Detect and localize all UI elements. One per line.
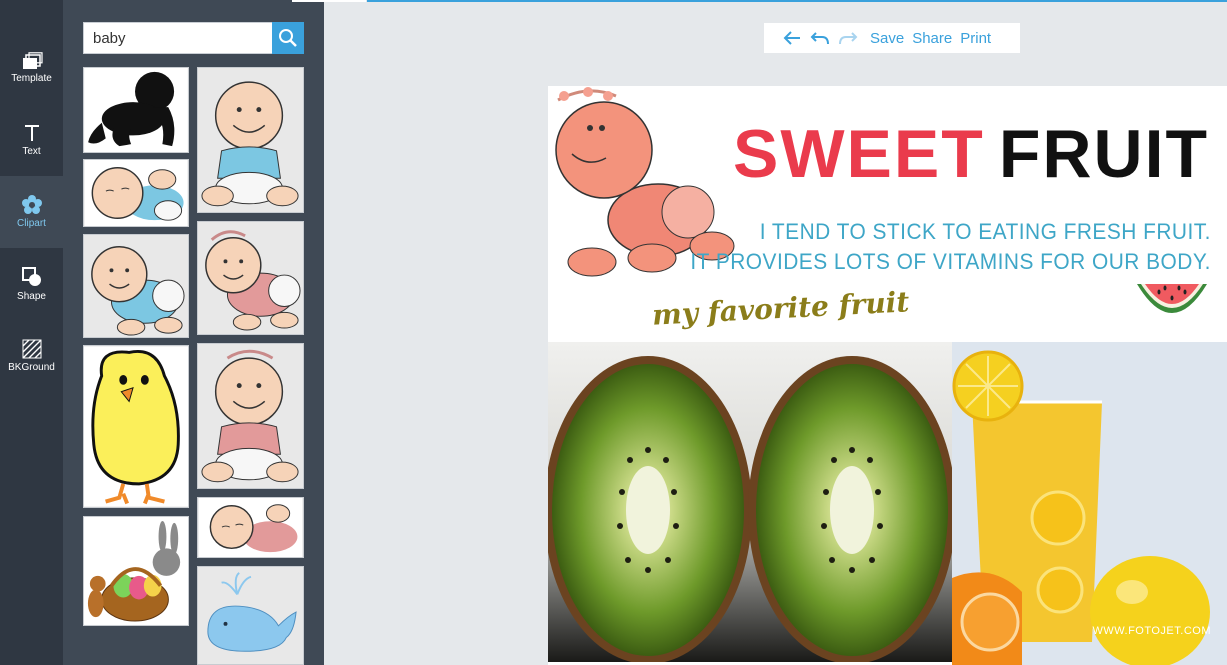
kiwi-photo[interactable]: [548, 342, 952, 662]
shape-icon: [21, 267, 41, 286]
clipart-sleeping-baby[interactable]: [83, 159, 189, 227]
clipart-blue-whale[interactable]: [197, 566, 304, 665]
lemon-juice-photo[interactable]: [952, 342, 1227, 665]
nav-label: Text: [22, 146, 41, 157]
watermelon-slice-icon[interactable]: [1135, 282, 1209, 318]
redo-icon: [839, 32, 858, 45]
design-subtitle-line-2[interactable]: IT PROVIDES LOTS OF VITAMINS FOR OUR BOD…: [691, 249, 1211, 275]
clipart-crawling-baby-blue[interactable]: [83, 234, 189, 338]
undo-button[interactable]: [806, 23, 834, 53]
editor-toolbar: Save Share Print: [764, 23, 1020, 53]
clipart-sitting-baby-pink[interactable]: [197, 343, 304, 489]
arrow-left-icon: [783, 31, 800, 45]
clipart-sitting-baby-blue[interactable]: [197, 67, 304, 213]
nav-label: Shape: [17, 291, 46, 302]
progress-strip-right: [367, 0, 1227, 2]
design-subtitle-line-1[interactable]: I TEND TO STICK TO EATING FRESH FRUIT.: [760, 219, 1211, 245]
title-word-sweet: SWEET: [733, 116, 985, 192]
text-icon: [24, 125, 39, 141]
nav-label: Template: [11, 73, 52, 84]
nav-background[interactable]: BKGround: [0, 320, 63, 392]
clipart-easter-bunny-basket[interactable]: [83, 516, 189, 626]
nav-text[interactable]: Text: [0, 104, 63, 176]
template-icon: [22, 52, 43, 69]
redo-button[interactable]: [834, 23, 862, 53]
save-button[interactable]: Save: [870, 30, 904, 47]
undo-icon: [810, 32, 829, 45]
progress-strip-left: [292, 0, 366, 2]
title-word-fruit: FRUIT: [998, 116, 1209, 192]
clipart-crawling-baby-silhouette[interactable]: [83, 67, 189, 153]
nav-clipart[interactable]: Clipart: [0, 176, 63, 248]
design-script-caption[interactable]: my favorite fruit: [651, 285, 910, 331]
search-icon: [279, 29, 297, 47]
nav-label: BKGround: [8, 362, 55, 373]
nav-shape[interactable]: Shape: [0, 248, 63, 320]
clipart-yellow-chick[interactable]: [83, 345, 189, 508]
watermark-text: WWW.FOTOJET.COM: [1092, 625, 1211, 637]
clipart-icon: [21, 195, 42, 214]
search-input[interactable]: [83, 22, 273, 54]
clipart-crawling-baby-pink[interactable]: [197, 221, 304, 335]
nav-label: Clipart: [17, 218, 46, 229]
search-button[interactable]: [272, 22, 304, 54]
left-nav: Template Text Clipart Shape BKGround: [0, 0, 63, 665]
clipart-panel: [63, 0, 324, 665]
print-button[interactable]: Print: [960, 30, 991, 47]
share-button[interactable]: Share: [912, 30, 952, 47]
design-canvas[interactable]: SWEET FRUIT I TEND TO STICK TO EATING FRE…: [548, 86, 1227, 665]
background-icon: [22, 339, 41, 359]
back-button[interactable]: [778, 23, 806, 53]
design-title[interactable]: SWEET FRUIT: [733, 120, 1209, 188]
clipart-sleeping-baby-pink[interactable]: [197, 497, 304, 558]
nav-template[interactable]: Template: [0, 32, 63, 104]
